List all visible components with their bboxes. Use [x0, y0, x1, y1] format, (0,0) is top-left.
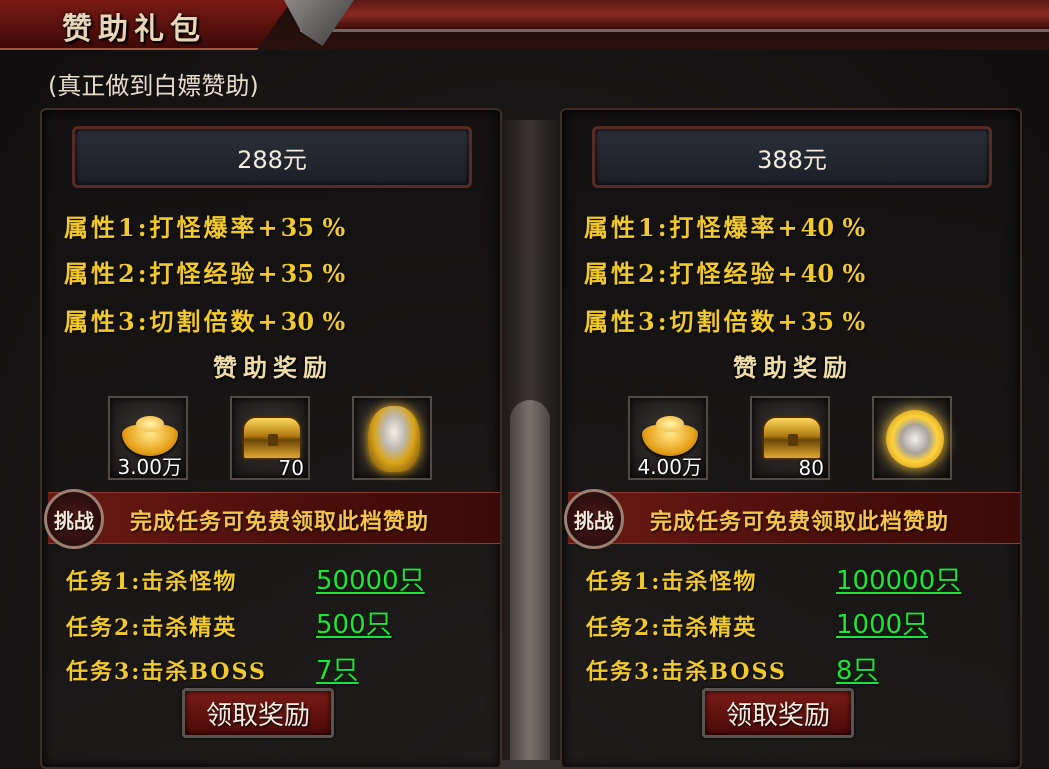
- price-box: 388元: [592, 126, 992, 188]
- background-archway: [510, 400, 550, 760]
- window-header: 赞助礼包: [0, 0, 1049, 50]
- attribute-label: 属性2:打怪经验+: [64, 259, 281, 288]
- task-label: 任务2:击杀精英: [586, 615, 758, 641]
- golden-helmet-icon: [368, 406, 420, 472]
- reward-title: 赞助奖励: [733, 353, 853, 382]
- task-label: 任务1:击杀怪物: [66, 569, 238, 595]
- reward-slot-helmet[interactable]: [352, 396, 432, 480]
- task-value[interactable]: 100000只: [836, 560, 961, 597]
- attribute-row: 属性3:切割倍数+30 %: [64, 302, 345, 337]
- task-value[interactable]: 500只: [316, 604, 392, 641]
- reward-quantity: 70: [278, 456, 304, 480]
- sponsor-panel-288: 288元 属性1:打怪爆率+35 % 属性2:打怪经验+35 % 属性3:切割倍…: [40, 108, 502, 769]
- header-rail: [300, 0, 1049, 32]
- task-label: 任务1:击杀怪物: [586, 569, 758, 595]
- reward-slot-ingot[interactable]: 3.00万: [108, 396, 188, 480]
- challenge-bar: 挑战 完成任务可免费领取此档赞助: [564, 489, 1020, 549]
- reward-slot-chest[interactable]: 70: [230, 396, 310, 480]
- attribute-label: 属性1:打怪爆率+: [64, 213, 281, 242]
- claim-reward-button[interactable]: 领取奖励: [182, 688, 334, 738]
- attribute-value: 30 %: [280, 307, 346, 336]
- sponsor-panel-388: 388元 属性1:打怪爆率+40 % 属性2:打怪经验+40 % 属性3:切割倍…: [560, 108, 1022, 769]
- reward-quantity: 4.00万: [637, 455, 702, 479]
- task-value[interactable]: 8只: [836, 650, 879, 687]
- attribute-row: 属性3:切割倍数+35 %: [584, 302, 865, 337]
- attribute-label: 属性1:打怪爆率+: [584, 213, 801, 242]
- task-value[interactable]: 1000只: [836, 604, 928, 641]
- treasure-chest-icon: [762, 416, 822, 460]
- attribute-label: 属性2:打怪经验+: [584, 259, 801, 288]
- golden-medal-icon: [886, 410, 944, 468]
- attribute-row: 属性2:打怪经验+40 %: [584, 254, 865, 289]
- attribute-value: 35 %: [800, 307, 866, 336]
- window-title: 赞助礼包: [62, 12, 206, 47]
- challenge-badge: 挑战: [564, 489, 624, 549]
- reward-slot-chest[interactable]: 80: [750, 396, 830, 480]
- reward-title: 赞助奖励: [213, 353, 333, 382]
- attribute-label: 属性3:切割倍数+: [64, 307, 281, 336]
- task-value[interactable]: 50000只: [316, 560, 425, 597]
- attribute-value: 40 %: [800, 213, 866, 242]
- attribute-row: 属性1:打怪爆率+35 %: [64, 208, 345, 243]
- subtitle: (真正做到白嫖赞助): [48, 72, 259, 100]
- task-label: 任务3:击杀BOSS: [586, 659, 787, 685]
- attribute-value: 35 %: [280, 213, 346, 242]
- attribute-row: 属性1:打怪爆率+40 %: [584, 208, 865, 243]
- task-label: 任务2:击杀精英: [66, 615, 238, 641]
- treasure-chest-icon: [242, 416, 302, 460]
- reward-slot-medal[interactable]: [872, 396, 952, 480]
- challenge-bar: 挑战 完成任务可免费领取此档赞助: [44, 489, 500, 549]
- task-value[interactable]: 7只: [316, 650, 359, 687]
- reward-items: 4.00万 80: [628, 396, 968, 482]
- price-box: 288元: [72, 126, 472, 188]
- attribute-value: 35 %: [280, 259, 346, 288]
- challenge-text: 完成任务可免费领取此档赞助: [130, 510, 430, 535]
- claim-reward-button[interactable]: 领取奖励: [702, 688, 854, 738]
- reward-items: 3.00万 70: [108, 396, 448, 482]
- challenge-badge: 挑战: [44, 489, 104, 549]
- attribute-label: 属性3:切割倍数+: [584, 307, 801, 336]
- reward-slot-ingot[interactable]: 4.00万: [628, 396, 708, 480]
- reward-quantity: 3.00万: [117, 455, 182, 479]
- attribute-value: 40 %: [800, 259, 866, 288]
- challenge-text: 完成任务可免费领取此档赞助: [650, 510, 950, 535]
- task-label: 任务3:击杀BOSS: [66, 659, 267, 685]
- reward-quantity: 80: [798, 456, 824, 480]
- attribute-row: 属性2:打怪经验+35 %: [64, 254, 345, 289]
